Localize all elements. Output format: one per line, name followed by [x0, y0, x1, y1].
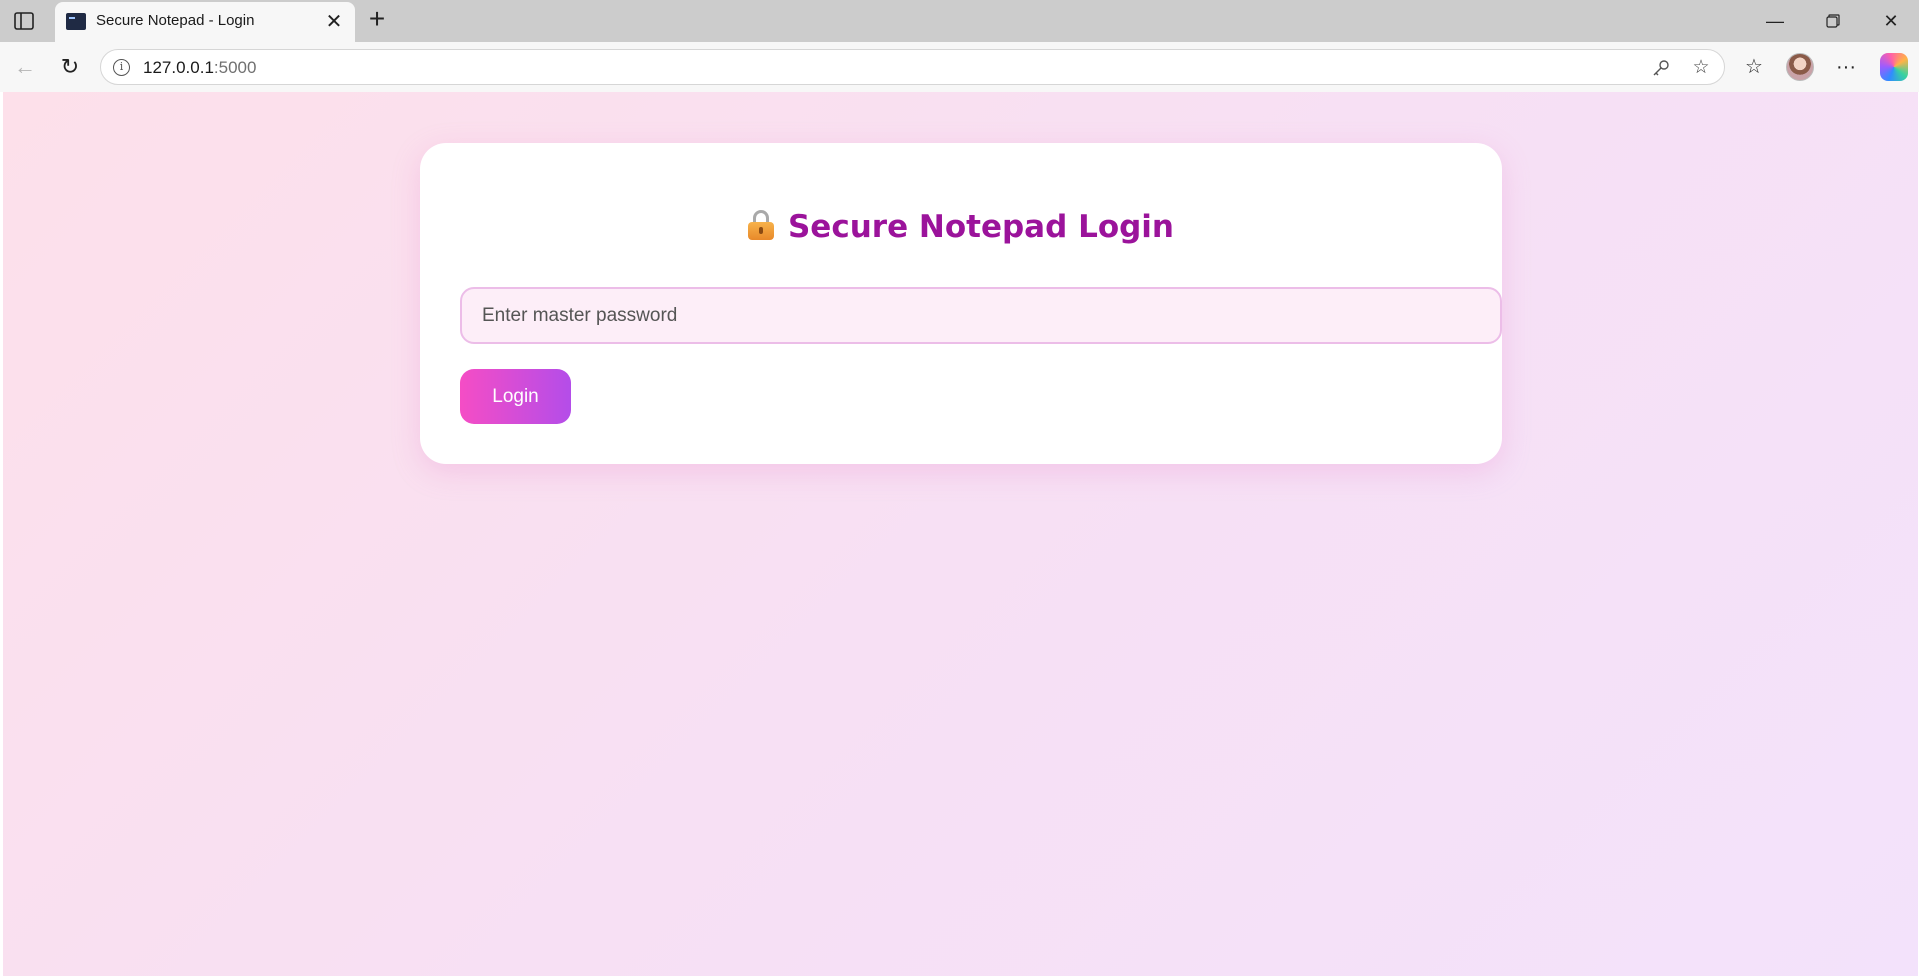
more-icon: ···: [1836, 56, 1856, 78]
new-tab-button[interactable]: +: [362, 4, 392, 34]
restore-icon: [1826, 14, 1840, 28]
master-password-input[interactable]: [460, 287, 1502, 344]
info-icon[interactable]: i: [113, 59, 130, 76]
browser-tab[interactable]: Secure Notepad - Login ✕: [55, 2, 355, 42]
favorites-icon: ☆: [1745, 56, 1763, 78]
close-icon: ✕: [1883, 11, 1899, 31]
favorites-button[interactable]: ☆: [1739, 52, 1769, 82]
terminal-icon: [66, 13, 86, 30]
login-button[interactable]: Login: [460, 369, 571, 424]
url-port: :5000: [213, 58, 257, 77]
close-icon: ✕: [325, 11, 343, 33]
tab-actions-icon: [14, 12, 34, 30]
address-bar[interactable]: i 127.0.0.1:5000 ☆: [100, 49, 1725, 85]
page-viewport: Secure Notepad Login Login: [3, 92, 1918, 976]
star-icon: ☆: [1692, 57, 1710, 78]
password-key-button[interactable]: [1648, 55, 1674, 81]
minimize-icon: —: [1766, 11, 1784, 31]
minimize-button[interactable]: —: [1752, 5, 1798, 37]
key-icon: [1653, 60, 1669, 76]
refresh-icon: ↻: [60, 54, 80, 79]
tab-actions-button[interactable]: [12, 9, 36, 33]
copilot-icon[interactable]: [1880, 53, 1908, 81]
url-host: 127.0.0.1: [143, 58, 214, 77]
login-title: Secure Notepad Login: [420, 209, 1502, 245]
login-title-text: Secure Notepad Login: [787, 209, 1175, 245]
tab-strip: Secure Notepad - Login ✕ + — ✕: [0, 0, 1919, 42]
browser-toolbar: ← ↻ i 127.0.0.1:5000 ☆ ☆ ···: [0, 42, 1919, 92]
lock-icon: [747, 210, 774, 240]
url-text[interactable]: 127.0.0.1:5000: [143, 58, 256, 78]
close-window-button[interactable]: ✕: [1868, 5, 1914, 37]
favorite-button[interactable]: ☆: [1688, 55, 1714, 81]
profile-avatar[interactable]: [1786, 53, 1814, 81]
back-arrow-icon: ←: [14, 54, 36, 79]
refresh-button[interactable]: ↻: [55, 52, 85, 82]
more-button[interactable]: ···: [1831, 52, 1861, 82]
plus-icon: +: [368, 3, 386, 34]
close-tab-button[interactable]: ✕: [321, 9, 347, 35]
tab-title: Secure Notepad - Login: [96, 12, 255, 29]
back-button[interactable]: ←: [10, 52, 40, 82]
restore-button[interactable]: [1810, 5, 1856, 37]
login-card: Secure Notepad Login Login: [420, 143, 1502, 464]
